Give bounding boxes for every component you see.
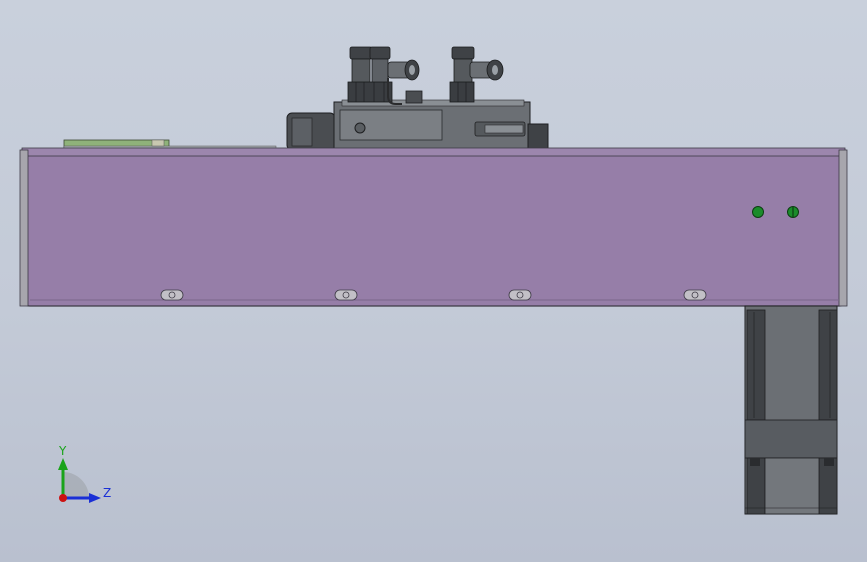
orientation-triad: Y Z: [58, 444, 111, 503]
mounting-slot: [160, 289, 184, 301]
x-axis-dot: [59, 494, 67, 502]
y-axis-label: Y: [58, 444, 67, 458]
body-right-cap: [838, 149, 848, 307]
side-block-left-face: [291, 117, 313, 147]
y-axis-arrow: [58, 458, 68, 470]
body-top-lip: [21, 147, 846, 157]
motor-flange-right: [818, 309, 838, 421]
z-axis-label: Z: [103, 486, 111, 500]
pneumatic-fitting-right[interactable]: [449, 46, 504, 103]
main-body[interactable]: [19, 147, 848, 307]
z-axis-arrow: [89, 493, 101, 503]
housing-face: [339, 109, 443, 141]
motor[interactable]: [744, 305, 838, 515]
mounting-slot: [683, 289, 707, 301]
housing-slot-rod: [484, 124, 524, 134]
triad-arc: [63, 472, 89, 498]
valve-assembly[interactable]: [286, 46, 549, 151]
motor-band: [744, 419, 838, 459]
motor-rear-right: [818, 457, 838, 515]
housing-bolt: [354, 122, 366, 134]
indicator-led-left: [752, 206, 764, 218]
body-outline: [21, 149, 846, 307]
mounting-slot: [334, 289, 358, 301]
body-left-cap: [19, 149, 29, 307]
mounting-slot: [508, 289, 532, 301]
center-fitting: [405, 90, 423, 104]
cad-viewport[interactable]: Y Z: [0, 0, 867, 562]
right-end-block: [527, 123, 549, 151]
motor-flange-left: [746, 309, 766, 421]
motor-rear-center: [764, 457, 820, 515]
motor-rear-left: [746, 457, 766, 515]
